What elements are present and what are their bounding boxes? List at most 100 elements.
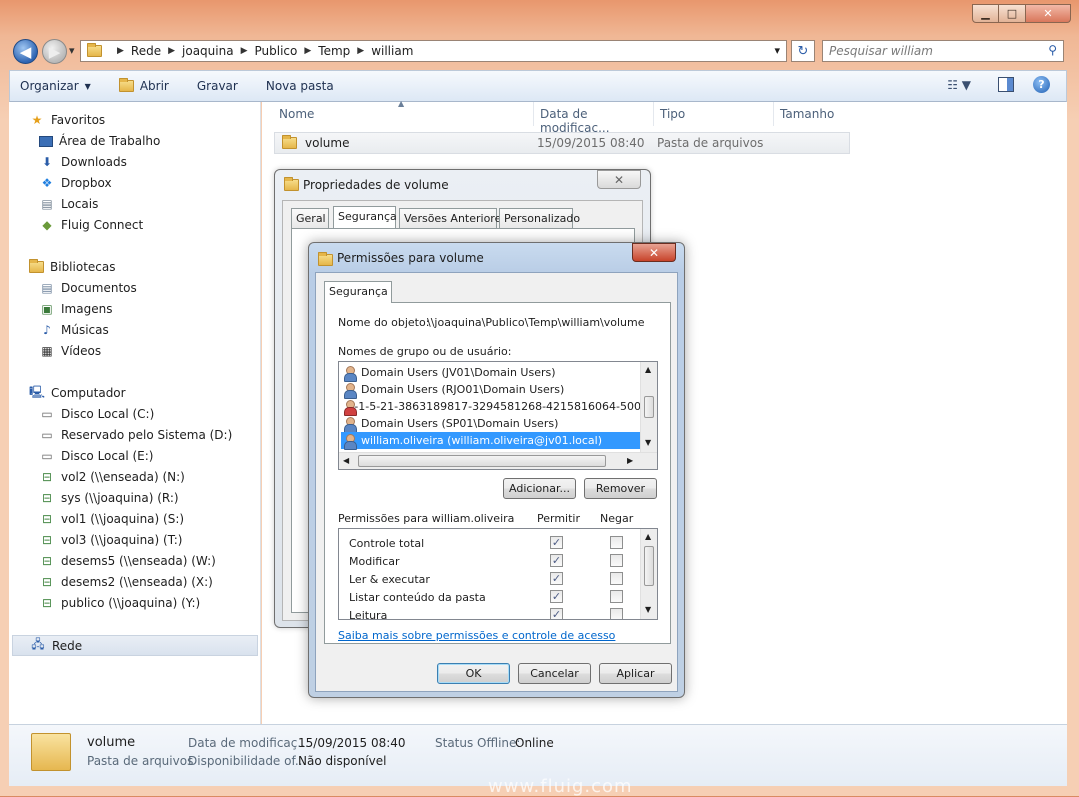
cancel-button[interactable]: Cancelar <box>518 663 591 684</box>
tab-general[interactable]: Geral <box>291 208 329 228</box>
permissions-body: Segurança Nome do objeto: \\joaquina\Pub… <box>315 272 678 692</box>
sidebar-item-drive-r[interactable]: ⊟ sys (\\joaquina) (R:) <box>39 488 179 508</box>
scroll-down-icon[interactable]: ▼ <box>645 605 651 614</box>
sidebar-item-drive-e[interactable]: ▭ Disco Local (E:) <box>39 446 153 466</box>
sidebar-item-locais[interactable]: ▤ Locais <box>39 194 98 214</box>
sidebar-item-desktop[interactable]: Área de Trabalho <box>39 131 160 151</box>
scroll-left-icon[interactable]: ◀ <box>343 456 349 465</box>
properties-close-button[interactable]: ✕ <box>597 170 641 189</box>
allow-checkbox[interactable]: ✓ <box>550 590 563 603</box>
object-name-value: \\joaquina\Publico\Temp\william\volume <box>427 316 645 329</box>
group-name: S-1-5-21-3863189817-3294581268-421581606… <box>347 400 641 413</box>
column-date[interactable]: Data de modificaç... <box>534 102 654 126</box>
tab-customize[interactable]: Personalizado <box>499 208 573 228</box>
favorites-header[interactable]: ★ Favoritos <box>29 110 105 130</box>
view-options-icon[interactable]: ☷ ▼ <box>947 78 971 92</box>
breadcrumb-joaquina[interactable]: joaquina <box>182 44 234 58</box>
learn-more-link[interactable]: Saiba mais sobre permissões e controle d… <box>338 629 615 642</box>
groups-vertical-scrollbar[interactable]: ▲ ▼ <box>640 362 657 452</box>
breadcrumb-rede[interactable]: Rede <box>131 44 161 58</box>
scroll-thumb[interactable] <box>358 455 606 467</box>
groups-horizontal-scrollbar[interactable]: ◀ ▶ <box>339 452 658 469</box>
tab-security[interactable]: Segurança <box>333 206 396 228</box>
sidebar-item-drive-n[interactable]: ⊟ vol2 (\\enseada) (N:) <box>39 467 185 487</box>
permissions-close-button[interactable]: ✕ <box>632 243 676 262</box>
list-item[interactable]: Domain Users (RJO01\Domain Users) <box>341 381 641 398</box>
sidebar-item-drive-y[interactable]: ⊟ publico (\\joaquina) (Y:) <box>39 593 200 613</box>
allow-checkbox[interactable]: ✓ <box>550 554 563 567</box>
tab-security[interactable]: Segurança <box>324 281 392 303</box>
permissions-scrollbar[interactable]: ▲ ▼ <box>640 529 657 619</box>
scroll-up-icon[interactable]: ▲ <box>645 365 651 374</box>
ok-button[interactable]: OK <box>437 663 510 684</box>
column-name[interactable]: Nome <box>273 102 534 126</box>
folder-icon <box>318 254 333 266</box>
details-name: volume <box>87 735 135 750</box>
breadcrumb-publico[interactable]: Publico <box>255 44 298 58</box>
sidebar-item-drive-w[interactable]: ⊟ desems5 (\\enseada) (W:) <box>39 551 216 571</box>
list-item[interactable]: Domain Users (JV01\Domain Users) <box>341 364 641 381</box>
apply-button[interactable]: Aplicar <box>599 663 672 684</box>
deny-checkbox[interactable] <box>610 572 623 585</box>
permission-name: Ler & executar <box>349 573 430 586</box>
scroll-down-icon[interactable]: ▼ <box>645 438 651 447</box>
sidebar-item-drive-c[interactable]: ▭ Disco Local (C:) <box>39 404 154 424</box>
list-item-selected[interactable]: william.oliveira (william.oliveira@jv01.… <box>341 432 640 449</box>
computer-header[interactable]: 🖳 Computador <box>29 383 126 403</box>
remove-button[interactable]: Remover <box>584 478 657 499</box>
close-button[interactable]: ✕ <box>1026 4 1071 23</box>
allow-checkbox[interactable]: ✓ <box>550 572 563 585</box>
groups-listbox[interactable]: Domain Users (JV01\Domain Users) Domain … <box>338 361 658 470</box>
sidebar-item-images[interactable]: ▣ Imagens <box>39 299 112 319</box>
history-dropdown-icon[interactable]: ▾ <box>69 44 75 57</box>
list-item[interactable]: Domain Users (SP01\Domain Users) <box>341 415 641 432</box>
sidebar-item-drive-s[interactable]: ⊟ vol1 (\\joaquina) (S:) <box>39 509 184 529</box>
tab-previous-versions[interactable]: Versões Anteriores <box>399 208 497 228</box>
libraries-header[interactable]: Bibliotecas <box>29 257 115 277</box>
details-availability-value: Não disponível <box>298 754 386 768</box>
open-button[interactable]: Abrir <box>119 79 169 93</box>
scroll-thumb[interactable] <box>644 396 654 418</box>
column-type[interactable]: Tipo <box>654 102 774 126</box>
preview-pane-icon[interactable] <box>998 77 1014 92</box>
allow-checkbox[interactable]: ✓ <box>550 608 563 620</box>
search-icon[interactable]: ⚲ <box>1048 43 1057 57</box>
column-size[interactable]: Tamanho <box>774 102 874 126</box>
computer-icon: 🖳 <box>29 385 45 401</box>
sidebar-item-downloads[interactable]: ⬇ Downloads <box>39 152 127 172</box>
organize-button[interactable]: Organizar ▼ <box>20 79 91 93</box>
breadcrumb-temp[interactable]: Temp <box>318 44 350 58</box>
forward-button[interactable]: ▶ <box>42 39 67 64</box>
sidebar-item-videos[interactable]: ▦ Vídeos <box>39 341 101 361</box>
back-button[interactable]: ◀ <box>13 39 38 64</box>
new-folder-button[interactable]: Nova pasta <box>266 79 334 93</box>
deny-checkbox[interactable] <box>610 590 623 603</box>
refresh-button[interactable]: ↻ <box>791 40 815 62</box>
help-icon[interactable]: ? <box>1033 76 1050 93</box>
sidebar-item-music[interactable]: ♪ Músicas <box>39 320 109 340</box>
sidebar-item-drive-t[interactable]: ⊟ vol3 (\\joaquina) (T:) <box>39 530 182 550</box>
deny-checkbox[interactable] <box>610 554 623 567</box>
scroll-right-icon[interactable]: ▶ <box>627 456 633 465</box>
allow-checkbox[interactable]: ✓ <box>550 536 563 549</box>
maximize-button[interactable]: □ <box>999 4 1026 23</box>
file-row[interactable]: volume 15/09/2015 08:40 Pasta de arquivo… <box>274 132 850 154</box>
address-bar[interactable]: ▶ Rede ▶ joaquina ▶ Publico ▶ Temp ▶ wil… <box>80 40 787 62</box>
deny-checkbox[interactable] <box>610 608 623 620</box>
minimize-button[interactable]: ▁ <box>972 4 999 23</box>
sidebar-item-drive-x[interactable]: ⊟ desems2 (\\enseada) (X:) <box>39 572 213 592</box>
sidebar-item-fluig-connect[interactable]: ◆ Fluig Connect <box>39 215 143 235</box>
list-item[interactable]: S-1-5-21-3863189817-3294581268-421581606… <box>341 398 641 415</box>
search-input[interactable]: Pesquisar william ⚲ <box>822 40 1064 62</box>
burn-button[interactable]: Gravar <box>197 79 238 93</box>
deny-checkbox[interactable] <box>610 536 623 549</box>
sidebar-item-drive-d[interactable]: ▭ Reservado pelo Sistema (D:) <box>39 425 232 445</box>
scroll-up-icon[interactable]: ▲ <box>645 532 651 541</box>
breadcrumb-william[interactable]: william <box>371 44 413 58</box>
sidebar-item-documents[interactable]: ▤ Documentos <box>39 278 137 298</box>
sidebar-item-dropbox[interactable]: ❖ Dropbox <box>39 173 112 193</box>
sidebar-item-network[interactable]: 🖧 Rede <box>12 635 258 656</box>
address-dropdown-icon[interactable]: ▾ <box>774 44 780 57</box>
add-button[interactable]: Adicionar... <box>503 478 576 499</box>
scroll-thumb[interactable] <box>644 546 654 586</box>
